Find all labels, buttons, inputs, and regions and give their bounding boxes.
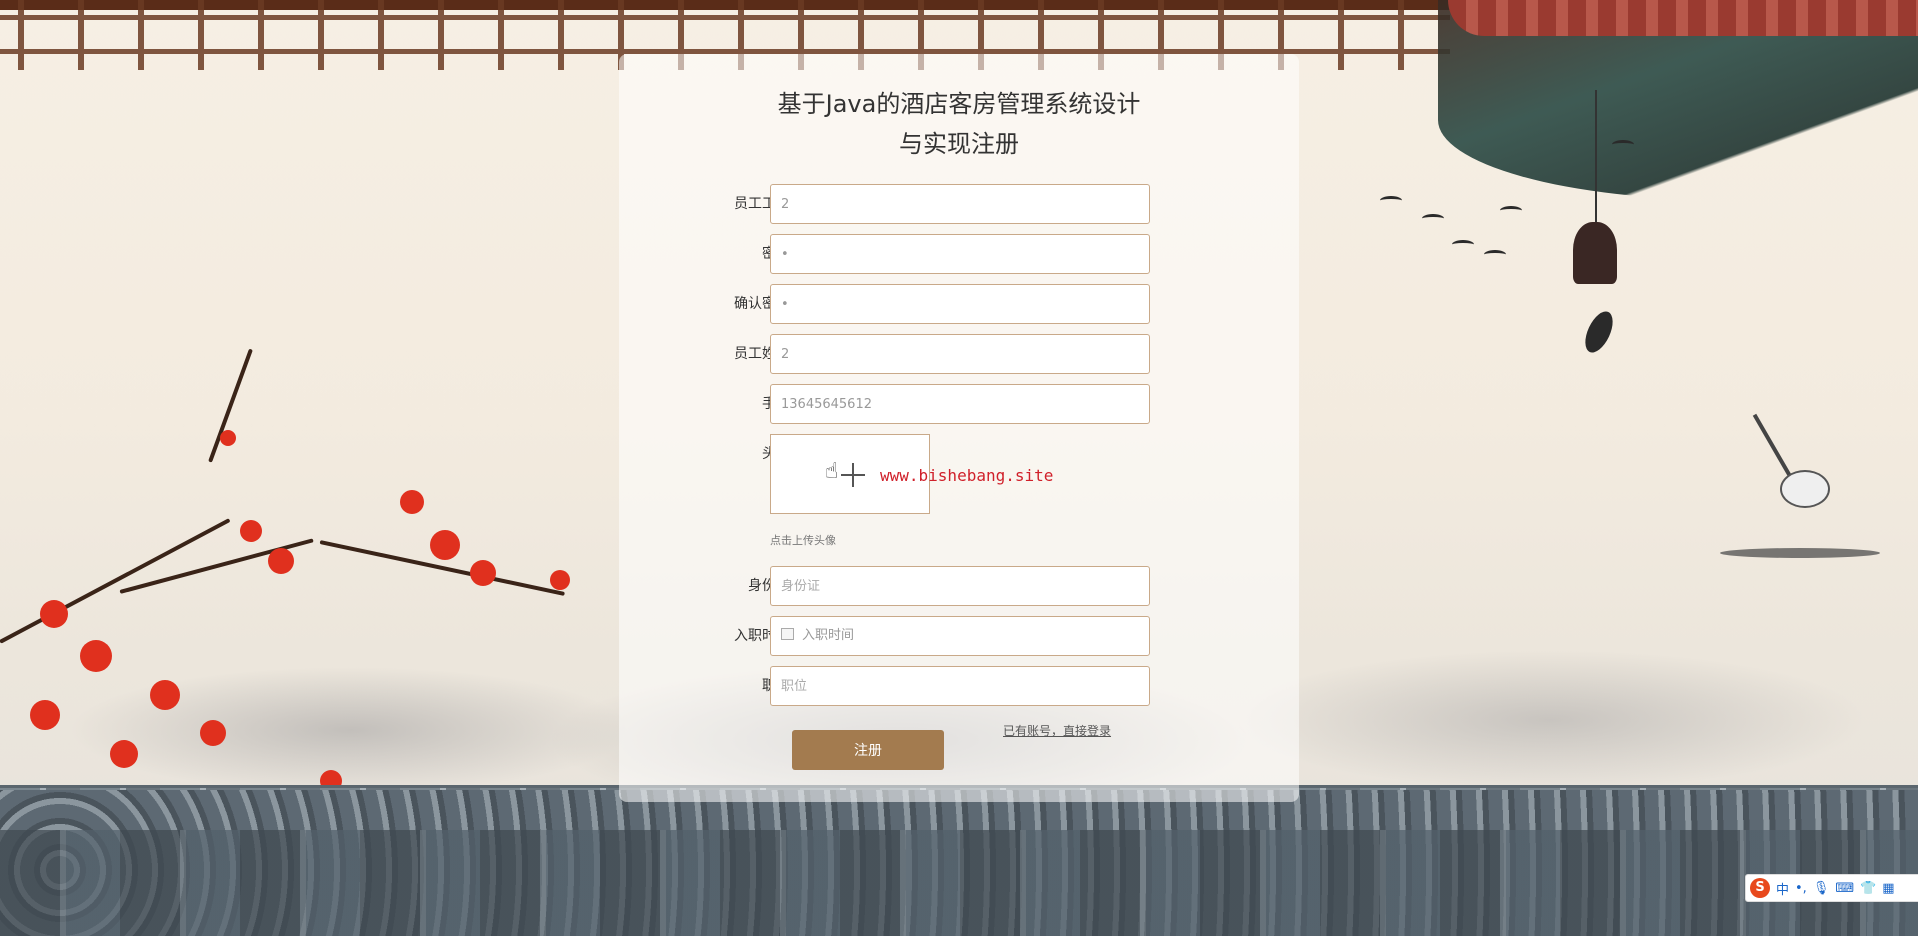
ime-punct[interactable]: •, bbox=[1795, 881, 1807, 896]
phone-input[interactable] bbox=[770, 384, 1150, 424]
pointer-hand-icon: ☝ bbox=[825, 459, 839, 484]
phone-row: 手机 bbox=[640, 384, 1150, 424]
plum-blossom bbox=[80, 640, 112, 672]
bell-string bbox=[1595, 90, 1597, 230]
plum-blossom bbox=[430, 530, 460, 560]
bird bbox=[1484, 250, 1506, 259]
register-button[interactable]: 注册 bbox=[792, 730, 944, 770]
bird bbox=[1452, 240, 1474, 249]
plum-blossom bbox=[40, 600, 68, 628]
calendar-icon bbox=[781, 628, 794, 640]
employee-name-input[interactable] bbox=[770, 334, 1150, 374]
crane-neck bbox=[1752, 413, 1792, 477]
plus-icon bbox=[841, 463, 865, 487]
fish-chime bbox=[1579, 307, 1619, 357]
sogou-logo-icon[interactable]: S bbox=[1750, 878, 1770, 898]
plum-blossom bbox=[220, 430, 236, 446]
roof-wall-tiles bbox=[0, 830, 1918, 936]
ime-mode[interactable]: 中 bbox=[1776, 879, 1789, 898]
bird bbox=[1612, 140, 1634, 149]
watermark: www.bishebang.site bbox=[880, 466, 1054, 485]
position-row: 职位 bbox=[640, 666, 1150, 706]
shirt-icon[interactable]: 👕 bbox=[1860, 881, 1876, 896]
login-link[interactable]: 已有账号，直接登录 bbox=[1003, 722, 1111, 739]
confirm-password-input[interactable] bbox=[770, 284, 1150, 324]
employee-no-input[interactable] bbox=[770, 184, 1150, 224]
position-input[interactable] bbox=[770, 666, 1150, 706]
eave-tiles bbox=[1448, 0, 1918, 36]
avatar-upload-tip: 点击上传头像 bbox=[770, 534, 836, 547]
keyboard-icon[interactable]: ⌨ bbox=[1835, 881, 1854, 896]
id-card-row: 身份证 bbox=[640, 566, 1150, 606]
plum-blossom bbox=[400, 490, 424, 514]
wind-bell bbox=[1573, 222, 1617, 284]
password-input[interactable] bbox=[770, 234, 1150, 274]
plum-blossom bbox=[470, 560, 496, 586]
bird bbox=[1500, 206, 1522, 215]
plum-blossom bbox=[200, 720, 226, 746]
plum-blossom bbox=[550, 570, 570, 590]
bird bbox=[1422, 214, 1444, 223]
password-row: 密码 bbox=[640, 234, 1150, 274]
page-title-line2: 与实现注册 bbox=[899, 130, 1019, 158]
hire-date-placeholder: 入职时间 bbox=[802, 628, 855, 643]
grid-icon[interactable]: ▦ bbox=[1882, 881, 1894, 896]
confirm-password-row: 确认密码 bbox=[640, 284, 1150, 324]
plum-blossom bbox=[240, 520, 262, 542]
plum-blossom bbox=[110, 740, 138, 768]
page-title-line1: 基于Java的酒店客房管理系统设计 bbox=[777, 90, 1141, 118]
plum-blossom bbox=[150, 680, 180, 710]
bird bbox=[1380, 196, 1402, 205]
employee-no-row: 员工工号 bbox=[640, 184, 1150, 224]
ink-stroke bbox=[1720, 548, 1880, 558]
mic-icon[interactable]: 🎙 bbox=[1813, 881, 1830, 896]
plum-blossom bbox=[30, 700, 60, 730]
id-card-input[interactable] bbox=[770, 566, 1150, 606]
plum-blossom bbox=[268, 548, 294, 574]
crane bbox=[1780, 470, 1830, 508]
hire-date-row: 入职时间 入职时间 bbox=[640, 616, 1150, 656]
hire-date-input[interactable]: 入职时间 bbox=[770, 616, 1150, 656]
page-title: 基于Java的酒店客房管理系统设计 与实现注册 bbox=[619, 84, 1299, 164]
ime-toolbar: S 中 •, 🎙 ⌨ 👕 ▦ bbox=[1745, 874, 1918, 902]
employee-name-row: 员工姓名 bbox=[640, 334, 1150, 374]
